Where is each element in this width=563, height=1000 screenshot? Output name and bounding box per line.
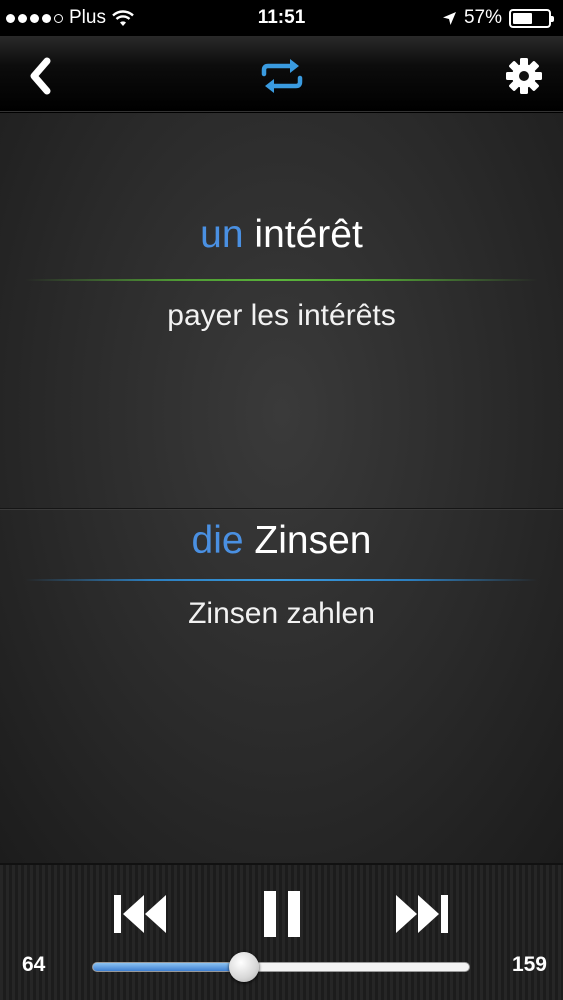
location-arrow-icon	[442, 11, 456, 25]
progress-slider[interactable]	[92, 952, 470, 982]
skip-forward-icon	[396, 895, 448, 933]
signal-strength-icon	[6, 13, 63, 23]
status-bar: Plus 11:51 57%	[0, 0, 563, 36]
battery-percent: 57%	[463, 7, 502, 28]
battery-icon	[509, 8, 554, 28]
signal-dot	[6, 13, 15, 23]
pause-icon	[264, 891, 300, 937]
german-article: die	[191, 519, 244, 562]
skip-back-icon	[114, 895, 166, 933]
progress-thumb[interactable]	[229, 952, 260, 982]
settings-button[interactable]	[502, 54, 546, 98]
french-term: un intérêt	[0, 213, 563, 257]
repeat-icon	[261, 59, 303, 93]
next-button[interactable]	[390, 885, 454, 943]
progress-track[interactable]	[92, 962, 470, 972]
german-example: Zinsen zahlen	[188, 597, 375, 630]
player-controls: 64 159	[0, 863, 563, 1000]
previous-button[interactable]	[108, 885, 172, 943]
wifi-icon	[112, 9, 134, 26]
status-right: 57%	[442, 7, 554, 29]
german-divider	[25, 579, 538, 581]
signal-dot	[18, 13, 27, 23]
french-example: payer les intérêts	[167, 299, 396, 332]
status-left: Plus	[6, 7, 134, 29]
german-word: Zinsen	[254, 519, 372, 562]
flashcard-area[interactable]: un intérêt payer les intérêts die Zinsen…	[0, 113, 563, 863]
repeat-button[interactable]	[256, 54, 308, 98]
gear-icon	[506, 58, 542, 94]
german-term: die Zinsen	[0, 519, 563, 563]
progress-fill	[93, 963, 245, 971]
signal-dot-empty	[54, 13, 63, 23]
french-word: intérêt	[254, 213, 363, 256]
total-count: 159	[511, 953, 547, 976]
chevron-left-icon	[30, 57, 51, 95]
current-index: 64	[22, 953, 46, 976]
carrier-name: Plus	[69, 7, 106, 28]
signal-dot	[42, 13, 51, 23]
nav-bar	[0, 36, 563, 112]
french-divider	[25, 279, 538, 281]
french-article: un	[200, 213, 244, 256]
french-card[interactable]: un intérêt payer les intérêts	[0, 113, 563, 508]
german-card[interactable]: die Zinsen Zinsen zahlen	[0, 508, 563, 863]
pause-button[interactable]	[252, 883, 312, 945]
back-button[interactable]	[20, 54, 60, 98]
battery-level	[513, 12, 533, 24]
signal-dot	[30, 13, 39, 23]
